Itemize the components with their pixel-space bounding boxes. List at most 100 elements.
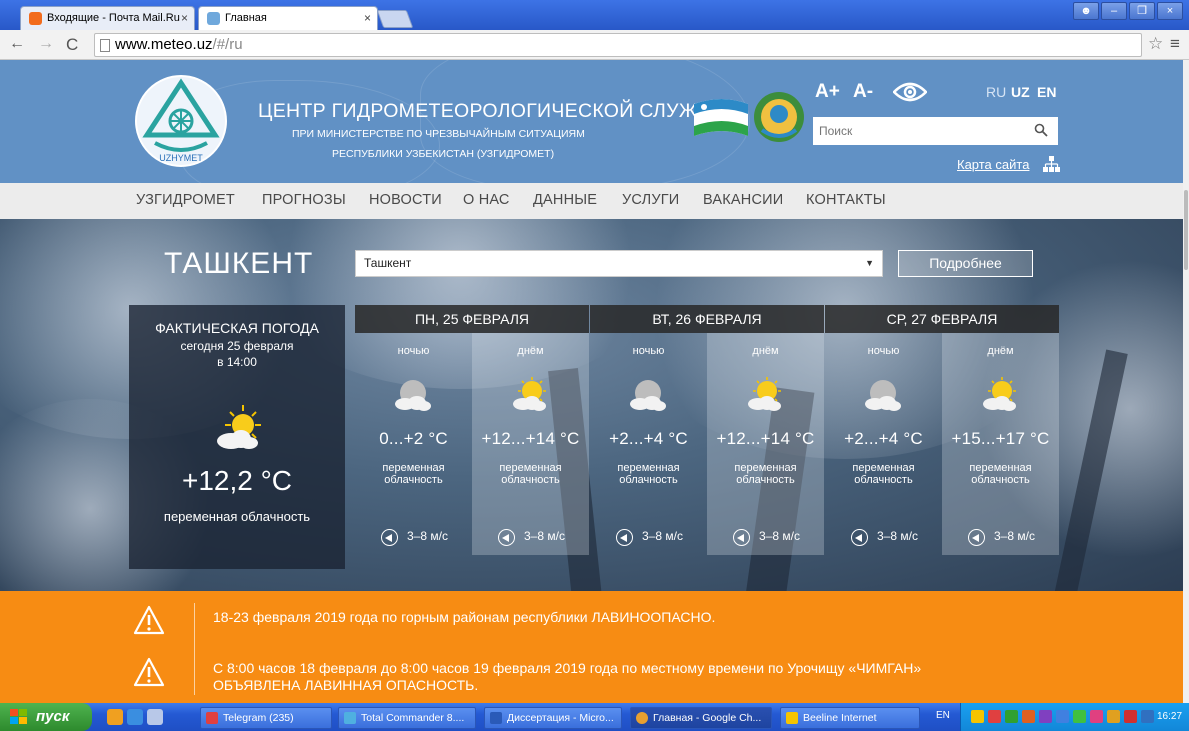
tray-icon[interactable] <box>1056 710 1069 723</box>
wind-direction-icon <box>733 529 750 546</box>
period-condition: облачность <box>736 474 795 486</box>
period-label: ночью <box>397 345 430 357</box>
start-button[interactable]: пуск <box>0 703 92 731</box>
nav-news[interactable]: НОВОСТИ <box>369 192 442 208</box>
taskbar-word[interactable]: Диссертация - Micro... <box>484 707 622 729</box>
taskbar-chrome[interactable]: Главная - Google Ch... <box>630 707 772 729</box>
tray-icon[interactable] <box>971 710 984 723</box>
period-temperature: +2...+4 °C <box>844 429 923 448</box>
total-commander-icon <box>344 712 356 724</box>
taskbar-beeline[interactable]: Beeline Internet <box>780 707 920 729</box>
sitemap-icon[interactable] <box>1043 156 1060 172</box>
alert-divider <box>194 603 195 695</box>
current-weather-date: сегодня 25 февраля <box>180 339 294 353</box>
taskbar-total-commander[interactable]: Total Commander 8.... <box>338 707 476 729</box>
search-input[interactable] <box>813 117 1023 145</box>
start-label: пуск <box>36 708 70 725</box>
font-increase-button[interactable]: A+ <box>815 81 840 103</box>
ie-icon[interactable] <box>127 709 143 725</box>
close-tab-icon[interactable]: × <box>181 7 188 29</box>
close-window-icon[interactable]: × <box>1157 2 1183 20</box>
minimize-icon[interactable]: – <box>1101 2 1127 20</box>
wind-direction-icon <box>381 529 398 546</box>
nav-about[interactable]: О НАС <box>463 192 510 208</box>
tray-icon[interactable] <box>1141 710 1154 723</box>
details-button[interactable]: Подробнее <box>898 250 1033 277</box>
current-weather-panel: ФАКТИЧЕСКАЯ ПОГОДА сегодня 25 февраля в … <box>129 305 345 569</box>
lang-uz-link[interactable]: UZ <box>1011 84 1030 100</box>
forward-arrow-icon[interactable]: → <box>38 35 54 53</box>
scrollbar-thumb[interactable] <box>1184 190 1188 270</box>
close-tab-icon[interactable]: × <box>364 7 371 29</box>
keyboard-language[interactable]: EN <box>936 710 950 721</box>
nav-contacts[interactable]: КОНТАКТЫ <box>806 192 886 208</box>
beeline-icon <box>786 712 798 724</box>
period-condition: переменная <box>617 462 680 474</box>
search-icon[interactable] <box>1034 123 1048 137</box>
font-decrease-button[interactable]: A- <box>853 81 873 103</box>
warning-icon <box>133 657 165 687</box>
tab-main-title: Главная <box>225 12 267 24</box>
sitemap-link[interactable]: Карта сайта <box>957 157 1029 172</box>
tray-icon[interactable] <box>1073 710 1086 723</box>
tray-icon[interactable] <box>1124 710 1137 723</box>
org-subtitle-2: РЕСПУБЛИКИ УЗБЕКИСТАН (УЗГИДРОМЕТ) <box>332 148 555 160</box>
tray-icon[interactable] <box>988 710 1001 723</box>
moon-cloud-icon <box>630 380 666 411</box>
nav-data[interactable]: ДАННЫЕ <box>533 192 597 208</box>
lang-en-link[interactable]: EN <box>1037 84 1056 100</box>
uzhymet-logo[interactable]: UZHYMET <box>133 73 229 169</box>
period-temperature: +12...+14 °C <box>716 429 815 448</box>
maximize-icon[interactable]: ❐ <box>1129 2 1155 20</box>
reload-icon[interactable]: C <box>66 35 78 55</box>
sun-cloud-icon <box>513 377 546 411</box>
nav-services[interactable]: УСЛУГИ <box>622 192 679 208</box>
back-arrow-icon[interactable]: ← <box>9 35 25 53</box>
lang-ru-link[interactable]: RU <box>986 84 1006 100</box>
current-temperature: +12,2 °C <box>181 465 293 496</box>
quicklaunch-icon[interactable] <box>107 709 123 725</box>
current-condition: переменная облачность <box>163 509 311 524</box>
period-label: ночью <box>632 345 665 357</box>
eye-icon[interactable] <box>893 82 927 102</box>
nav-vacancies[interactable]: ВАКАНСИИ <box>703 192 783 208</box>
taskbar-label: Telegram (235) <box>223 712 294 724</box>
tab-mail[interactable]: Входящие - Почта Mail.Ru × <box>20 6 195 30</box>
bookmark-star-icon[interactable]: ☆ <box>1148 34 1163 54</box>
desktop-icon[interactable] <box>147 709 163 725</box>
tray-icon[interactable] <box>1022 710 1035 723</box>
windows-taskbar: пуск Telegram (235) Total Commander 8...… <box>0 703 1189 731</box>
period-label: днём <box>987 345 1014 357</box>
moon-cloud-icon <box>865 380 901 411</box>
new-tab-button[interactable] <box>376 10 414 28</box>
tab-main[interactable]: Главная × <box>198 6 378 30</box>
browser-menu-icon[interactable]: ≡ <box>1170 34 1180 54</box>
page-scrollbar[interactable] <box>1183 60 1189 703</box>
taskbar-label: Beeline Internet <box>803 712 877 724</box>
forecast-period: ночью +2...+4 °C переменная облачность 3… <box>825 333 942 555</box>
nav-forecasts[interactable]: ПРОГНОЗЫ <box>262 192 346 208</box>
period-condition: переменная <box>734 462 797 474</box>
sun-cloud-icon <box>217 405 261 449</box>
wind-direction-icon <box>616 529 633 546</box>
period-temperature: +2...+4 °C <box>609 429 688 448</box>
taskbar-clock: 16:27 <box>1157 711 1183 722</box>
user-icon[interactable]: ☻ <box>1073 2 1099 20</box>
tray-icon[interactable] <box>1090 710 1103 723</box>
tray-icon[interactable] <box>1039 710 1052 723</box>
period-condition: облачность <box>971 474 1030 486</box>
nav-uzhydromet[interactable]: УЗГИДРОМЕТ <box>136 192 235 208</box>
url-field[interactable]: www.meteo.uz/#/ru <box>94 33 1142 57</box>
tray-icon[interactable] <box>1107 710 1120 723</box>
period-temperature: +15...+17 °C <box>951 429 1050 448</box>
alert-text[interactable]: 18-23 февраля 2019 года по горным района… <box>213 609 715 625</box>
alert-text[interactable]: С 8:00 часов 18 февраля до 8:00 часов 19… <box>213 660 921 676</box>
city-select[interactable]: Ташкент ▼ <box>355 250 883 277</box>
weather-hero: ТАШКЕНТ Ташкент ▼ Подробнее ФАКТИЧЕСКАЯ … <box>0 219 1183 591</box>
tray-icon[interactable] <box>1005 710 1018 723</box>
wind-direction-icon <box>851 529 868 546</box>
city-title: ТАШКЕНТ <box>164 247 314 280</box>
taskbar-telegram[interactable]: Telegram (235) <box>200 707 332 729</box>
alert-text[interactable]: ОБЪЯВЛЕНА ЛАВИННАЯ ОПАСНОСТЬ. <box>213 677 478 693</box>
wind-speed: 3–8 м/с <box>877 529 918 543</box>
